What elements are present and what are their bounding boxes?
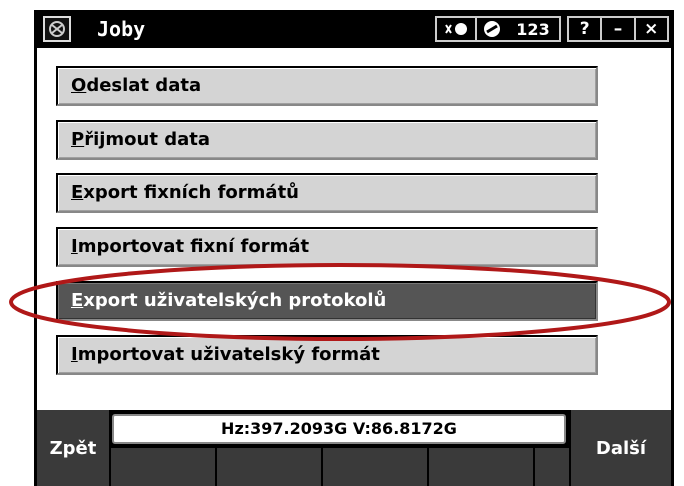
compensator-icon[interactable]: [477, 18, 507, 40]
accelerator-key: P: [71, 129, 85, 150]
accelerator-key: E: [71, 290, 84, 311]
receive-data-button[interactable]: Přijmout data: [56, 120, 598, 160]
button-label: xport fixních formátů: [83, 182, 299, 203]
accelerator-key: O: [71, 75, 87, 96]
back-softkey[interactable]: Zpět: [37, 410, 109, 486]
bottom-bar: Zpět Hz:397.2093G V:86.8172G Další: [37, 410, 671, 486]
accelerator-key: I: [71, 236, 78, 257]
window-controls: ? – ×: [567, 16, 669, 42]
softkey-slot-1[interactable]: [109, 448, 215, 486]
button-label: mportovat fixní formát: [77, 236, 310, 257]
accelerator-key: I: [71, 344, 78, 365]
button-label: řijmout data: [84, 129, 211, 150]
export-fixed-formats-button[interactable]: Export fixních formátů: [56, 173, 598, 213]
softkey-slot-3[interactable]: [321, 448, 427, 486]
send-data-button[interactable]: Odeslat data: [56, 66, 598, 106]
accelerator-key: E: [71, 182, 84, 203]
title-bar: Joby 123 ? – ×: [37, 14, 671, 44]
import-fixed-format-button[interactable]: Importovat fixní formát: [56, 227, 598, 267]
import-user-format-button[interactable]: Importovat uživatelský formát: [56, 335, 598, 375]
softkey-slot-4[interactable]: [427, 448, 533, 486]
minimize-button[interactable]: –: [602, 18, 633, 40]
button-label: mportovat uživatelský formát: [77, 344, 380, 365]
close-button[interactable]: ×: [636, 18, 667, 40]
angle-readout: Hz:397.2093G V:86.8172G: [112, 414, 566, 444]
input-mode-indicator[interactable]: 123: [507, 18, 559, 40]
button-label: xport uživatelských protokolů: [83, 290, 387, 311]
status-indicators: 123: [435, 16, 561, 42]
button-label: deslat data: [86, 75, 202, 96]
softkey-slot-5[interactable]: [533, 448, 569, 486]
export-user-reports-button[interactable]: Export uživatelských protokolů: [56, 281, 598, 321]
app-menu-icon[interactable]: [43, 16, 71, 42]
window-title: Joby: [97, 17, 146, 41]
keyboard-toggle-icon[interactable]: [437, 18, 475, 40]
softkey-slot-2[interactable]: [215, 448, 321, 486]
device-screen: Joby 123 ? – × Odeslat data Přijmout dat…: [0, 0, 684, 486]
next-softkey[interactable]: Další: [569, 410, 671, 486]
jobs-menu: Odeslat data Přijmout data Export fixníc…: [37, 48, 671, 410]
help-button[interactable]: ?: [569, 18, 600, 40]
